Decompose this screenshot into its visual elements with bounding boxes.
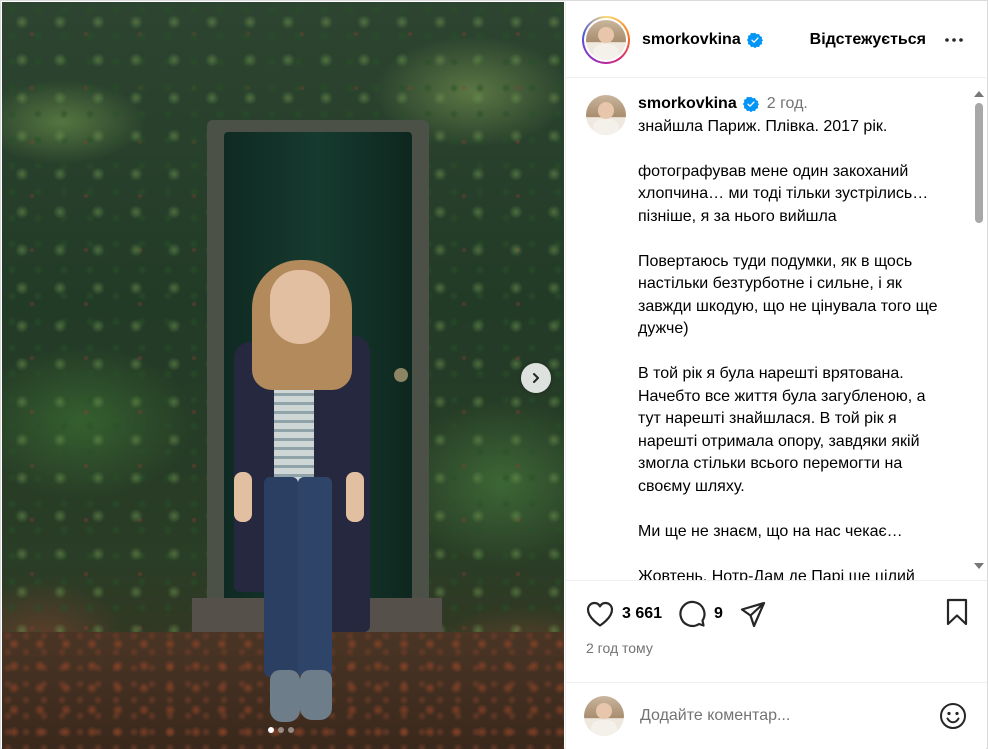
jeans-left: [264, 477, 298, 677]
more-horizontal-icon: [945, 37, 963, 42]
carousel-dot: [288, 727, 294, 733]
like-count[interactable]: 3 661: [622, 605, 662, 623]
chevron-right-icon: [533, 373, 539, 383]
post-side-panel: smorkovkina Відстежується smorkovkina 2 …: [565, 2, 987, 749]
shoe-right: [300, 670, 332, 720]
post-photo[interactable]: [2, 2, 564, 749]
verified-badge-icon: [746, 32, 763, 48]
more-options-button[interactable]: [942, 28, 966, 52]
following-button[interactable]: Відстежується: [810, 31, 926, 49]
action-bar: 3 661 9: [586, 598, 969, 630]
comments-scroll-area[interactable]: smorkovkina 2 год. знайшла Париж. Плівка…: [566, 79, 987, 581]
shoe-left: [270, 670, 300, 722]
save-button[interactable]: [945, 598, 969, 631]
verified-badge-icon: [742, 97, 759, 113]
username-text[interactable]: smorkovkina: [642, 31, 741, 49]
avatar: [586, 19, 626, 60]
woman-hand-left: [234, 472, 252, 522]
bookmark-icon: [946, 598, 968, 625]
post-date[interactable]: 2 год тому: [586, 640, 653, 656]
scrollbar[interactable]: [973, 87, 985, 573]
caption-time[interactable]: 2 год.: [767, 93, 808, 116]
current-user-avatar: [584, 695, 624, 736]
heart-icon: [586, 601, 614, 627]
scroll-down-arrow-icon[interactable]: [974, 563, 984, 569]
woman-face: [270, 270, 330, 344]
story-ring[interactable]: [582, 15, 630, 64]
scrollbar-thumb[interactable]: [975, 103, 983, 223]
woman-hand-right: [346, 472, 364, 522]
comment-icon: [679, 600, 706, 627]
comment-count[interactable]: 9: [714, 605, 723, 623]
carousel-dot: [268, 727, 274, 733]
scroll-up-arrow-icon[interactable]: [974, 91, 984, 97]
jeans-right: [298, 477, 332, 677]
post-header: smorkovkina Відстежується: [566, 2, 986, 78]
carousel-dots: [268, 727, 294, 733]
next-slide-button[interactable]: [521, 363, 551, 393]
header-username[interactable]: smorkovkina: [642, 31, 763, 49]
caption: smorkovkina 2 год. знайшла Париж. Плівка…: [566, 79, 987, 581]
caption-username[interactable]: smorkovkina: [638, 93, 737, 116]
add-comment-bar: [566, 682, 987, 748]
send-icon: [740, 601, 766, 628]
carousel-dot: [278, 727, 284, 733]
door-knob: [394, 368, 408, 382]
emoji-icon[interactable]: [939, 702, 967, 730]
share-button[interactable]: [739, 600, 767, 628]
caption-avatar[interactable]: [586, 95, 626, 135]
like-button[interactable]: 3 661: [586, 601, 662, 627]
comment-button[interactable]: 9: [678, 600, 723, 628]
caption-text: знайшла Париж. Плівка. 2017 рік. фотогра…: [638, 117, 938, 581]
comment-input[interactable]: [640, 706, 939, 725]
